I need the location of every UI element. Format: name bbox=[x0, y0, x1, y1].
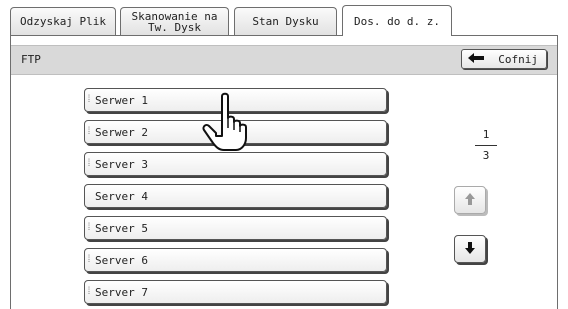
tab-label: Odzyskaj Plik bbox=[19, 15, 107, 28]
tab-label: Dos. do d. z. bbox=[353, 14, 441, 28]
server-name: Server 4 bbox=[95, 189, 148, 203]
server-name: Serwer 1 bbox=[95, 93, 148, 107]
main-panel: FTP Cofnij ⁞ Serwer 1 ⁞ Serwer 2 ⁞ Serve… bbox=[10, 36, 558, 309]
page-down-button[interactable] bbox=[454, 235, 486, 263]
tab-stan-dysku[interactable]: Stan Dysku bbox=[234, 7, 337, 35]
page-indicator: 1 3 bbox=[451, 128, 521, 162]
header-bar: FTP Cofnij bbox=[11, 45, 557, 75]
page-divider bbox=[475, 145, 497, 146]
handle-icon: ⁞ bbox=[85, 158, 92, 169]
server-name: Serwer 2 bbox=[95, 125, 148, 139]
handle-icon: ⁞ bbox=[85, 254, 92, 265]
total-pages: 3 bbox=[482, 149, 490, 162]
handle-icon: ⁞ bbox=[85, 222, 92, 233]
tab-label: Stan Dysku bbox=[252, 15, 319, 28]
server-item-5[interactable]: ⁞ Server 5 bbox=[84, 216, 387, 240]
server-name: Server 6 bbox=[95, 253, 148, 267]
server-item-3[interactable]: ⁞ Server 3 bbox=[84, 152, 387, 176]
handle-icon: ⁞ bbox=[85, 286, 92, 297]
server-item-1[interactable]: ⁞ Serwer 1 bbox=[84, 88, 387, 112]
tab-odzyskaj-plik[interactable]: Odzyskaj Plik bbox=[10, 7, 116, 35]
page-title: FTP bbox=[21, 53, 41, 66]
page-up-button[interactable] bbox=[454, 186, 486, 214]
up-arrow-icon bbox=[464, 191, 476, 210]
tab-skanowanie[interactable]: Skanowanie na Tw. Dysk bbox=[120, 7, 229, 35]
server-item-7[interactable]: ⁞ Server 7 bbox=[84, 280, 387, 304]
left-arrow-icon bbox=[462, 50, 490, 68]
server-item-6[interactable]: ⁞ Server 6 bbox=[84, 248, 387, 272]
tab-dos-do-d-z[interactable]: Dos. do d. z. bbox=[342, 5, 452, 36]
server-name: Server 7 bbox=[95, 285, 148, 299]
back-button[interactable]: Cofnij bbox=[461, 49, 547, 69]
server-item-2[interactable]: ⁞ Serwer 2 bbox=[84, 120, 387, 144]
server-name: Server 5 bbox=[95, 221, 148, 235]
handle-icon: ⁞ bbox=[85, 94, 92, 105]
tab-label: Skanowanie na Tw. Dysk bbox=[131, 9, 218, 34]
back-button-label: Cofnij bbox=[498, 52, 538, 66]
handle-icon: ⁞ bbox=[85, 126, 92, 137]
server-name: Server 3 bbox=[95, 157, 148, 171]
server-item-4[interactable]: Server 4 bbox=[84, 184, 387, 208]
current-page: 1 bbox=[482, 128, 490, 141]
down-arrow-icon bbox=[464, 240, 476, 259]
tab-bar: Odzyskaj Plik Skanowanie na Tw. Dysk Sta… bbox=[0, 0, 568, 36]
